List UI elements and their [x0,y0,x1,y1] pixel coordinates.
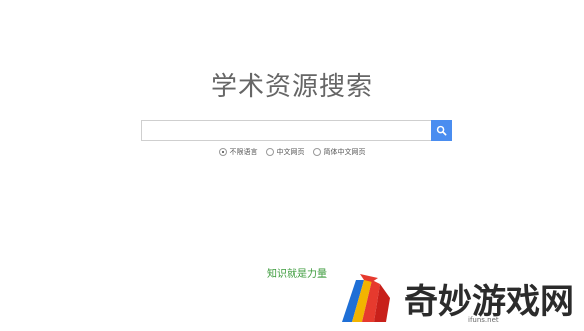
radio-label: 简体中文网页 [323,148,366,156]
radio-button[interactable] [265,148,274,156]
search-icon [436,125,447,136]
watermark-url: ifuns.net [468,316,499,324]
search-button[interactable] [431,120,452,141]
radio-label: 不限语言 [229,148,258,156]
radio-label: 中文网页 [276,148,305,156]
language-filter: 不限语言 中文网页 简体中文网页 [0,147,584,157]
radio-simplified-chinese-pages[interactable]: 简体中文网页 [312,147,366,157]
radio-any-language[interactable]: 不限语言 [218,147,258,157]
watermark: 奇妙游戏网 ifuns.net [338,268,578,328]
search-page: 学术资源搜索 不限语言 中文网页 简体中文网页 知识就是力量 奇妙游戏网 ifu… [0,0,584,331]
brand-logo-icon [342,274,390,322]
radio-chinese-pages[interactable]: 中文网页 [265,147,305,157]
search-bar [141,120,452,141]
search-input[interactable] [141,120,431,141]
page-title: 学术资源搜索 [210,72,373,102]
radio-button-checked[interactable] [218,148,227,156]
radio-button[interactable] [312,148,321,156]
